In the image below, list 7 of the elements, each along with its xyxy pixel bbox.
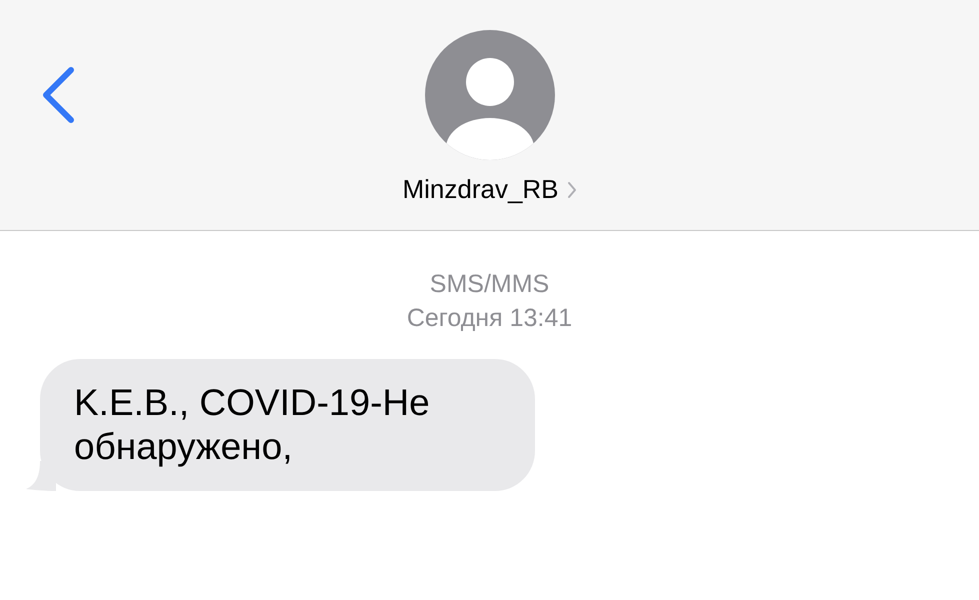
service-label: SMS/MMS <box>430 269 550 300</box>
contact-name[interactable]: Minzdrav_RB <box>402 174 559 205</box>
back-chevron-icon <box>40 66 76 124</box>
chevron-right-icon <box>566 180 577 198</box>
message-timestamp: Сегодня 13:41 <box>406 303 572 334</box>
avatar-icon[interactable] <box>424 30 554 160</box>
back-button[interactable] <box>40 66 76 124</box>
